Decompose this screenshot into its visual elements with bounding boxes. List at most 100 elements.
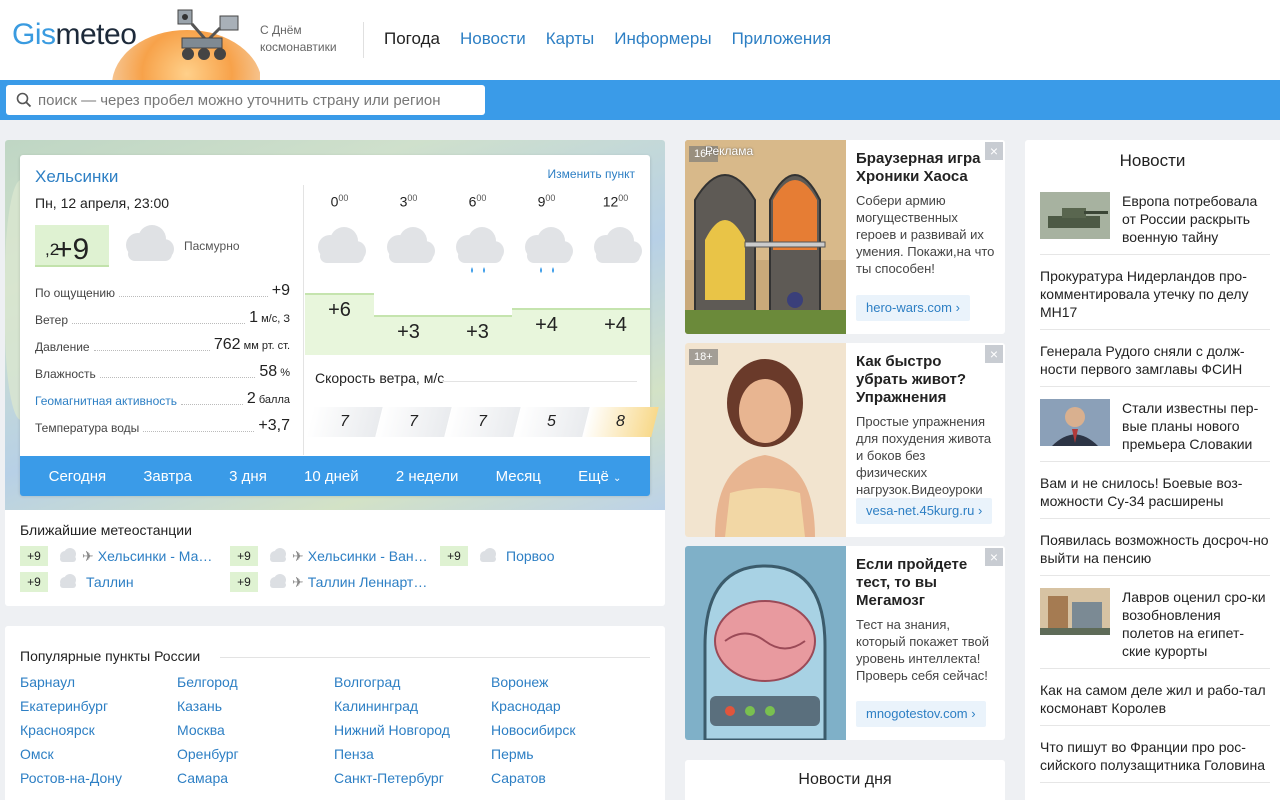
- cloud-icon: [58, 573, 78, 591]
- ad-card-fitness[interactable]: 18+ Как быстро убрать живот? Упражнения …: [685, 343, 1005, 537]
- news-item[interactable]: Генерала Рудого сняли с долж-ности перво…: [1040, 338, 1270, 387]
- nav-item-maps[interactable]: Карты: [546, 29, 594, 49]
- station-name[interactable]: Хельсинки - Ван…: [308, 548, 428, 564]
- popular-city-link[interactable]: Ростов-на-Дону: [20, 770, 177, 786]
- nav-item-weather[interactable]: Погода: [384, 29, 440, 49]
- current-datetime: Пн, 12 апреля, 23:00: [35, 195, 170, 211]
- geomagnetic-link[interactable]: Геомагнитная активность: [35, 394, 181, 408]
- forecast-wind: 7: [444, 407, 521, 437]
- popular-city-link[interactable]: Барнаул: [20, 674, 177, 690]
- ad-link[interactable]: mnogotestov.com ›: [856, 701, 986, 727]
- rover-icon: [177, 9, 239, 60]
- popular-city-link[interactable]: Пермь: [491, 746, 648, 762]
- ad-card-game[interactable]: 16+ Реклама Браузерная игра Хроники Хаос…: [685, 140, 1005, 334]
- popular-city-link[interactable]: Белгород: [177, 674, 334, 690]
- current-temperature: +9,2: [35, 225, 109, 267]
- news-headline: Европа потребовала от России раскрыть во…: [1122, 193, 1258, 245]
- tab-10-days[interactable]: 10 дней: [304, 468, 359, 485]
- forecast-wind: 7: [375, 407, 452, 437]
- forecast-temp: +4: [512, 307, 581, 355]
- popular-city-link[interactable]: Самара: [177, 770, 334, 786]
- city-name[interactable]: Хельсинки: [35, 167, 118, 187]
- cloud-rain-icon: [443, 223, 512, 275]
- ad-card-quiz[interactable]: Если пройдете тест, то вы Мегамозг Тест …: [685, 546, 1005, 740]
- news-item[interactable]: Европа потребовала от России раскрыть во…: [1040, 188, 1270, 255]
- cosmonautics-day-text[interactable]: С Днём космонавтики: [260, 22, 337, 56]
- news-item[interactable]: Вам и не снилось! Боевые воз-можности Су…: [1040, 470, 1270, 519]
- news-of-day-title: Новости дня: [798, 771, 892, 788]
- change-location-link[interactable]: Изменить пункт: [548, 167, 635, 181]
- popular-city-link[interactable]: Воронеж: [491, 674, 648, 690]
- popular-city-link[interactable]: Краснодар: [491, 698, 648, 714]
- station-item[interactable]: +9 Таллин: [20, 572, 134, 592]
- param-wind: Ветер 1 м/с, З: [35, 309, 290, 327]
- station-name[interactable]: Хельсинки - Ма…: [98, 548, 213, 564]
- param-geomagnetic: Геомагнитная активность 2 балла: [35, 390, 290, 408]
- popular-city-link[interactable]: Екатеринбург: [20, 698, 177, 714]
- tab-today[interactable]: Сегодня: [49, 468, 107, 485]
- popular-city-link[interactable]: Оренбург: [177, 746, 334, 762]
- popular-city-link[interactable]: Санкт-Петербург: [334, 770, 491, 786]
- tab-2-weeks[interactable]: 2 недели: [396, 468, 459, 485]
- popular-city-link[interactable]: Омск: [20, 746, 177, 762]
- ad-link[interactable]: hero-wars.com ›: [856, 295, 970, 321]
- popular-city-link[interactable]: Красноярск: [20, 722, 177, 738]
- popular-grid: Барнаул Белгород Волгоград Воронеж Екатеринб…: [20, 674, 660, 786]
- station-item[interactable]: +9 ✈ Хельсинки - Ма…: [20, 546, 212, 566]
- news-list: Европа потребовала от России раскрыть во…: [1040, 188, 1270, 791]
- news-item[interactable]: Как на самом деле жил и рабо-тал космона…: [1040, 677, 1270, 726]
- nav-item-apps[interactable]: Приложения: [732, 29, 831, 49]
- ad-title: Если пройдете тест, то вы Мегамозг: [856, 556, 968, 609]
- search-input[interactable]: [38, 91, 468, 109]
- station-temp: +9: [230, 546, 258, 566]
- popular-city-link[interactable]: Пенза: [334, 746, 491, 762]
- news-item[interactable]: Прокуратура Нидерландов про-комментирова…: [1040, 263, 1270, 330]
- ad-image-game: 16+ Реклама: [685, 140, 846, 334]
- stations-title: Ближайшие метеостанции: [20, 522, 192, 538]
- airplane-icon: ✈: [82, 547, 94, 564]
- tab-month[interactable]: Месяц: [496, 468, 541, 485]
- nav-item-news[interactable]: Новости: [460, 29, 526, 49]
- popular-city-link[interactable]: Саратов: [491, 770, 648, 786]
- news-item[interactable]: Что пишут во Франции про рос-сийского по…: [1040, 734, 1270, 783]
- close-icon[interactable]: ×: [985, 548, 1003, 566]
- ad-link[interactable]: vesa-net.45kurg.ru ›: [856, 498, 993, 524]
- station-item[interactable]: +9 ✈ Хельсинки - Ван…: [230, 546, 428, 566]
- tab-3-days[interactable]: 3 дня: [229, 468, 267, 485]
- nav-item-informers[interactable]: Информеры: [614, 29, 711, 49]
- popular-city-link[interactable]: Нижний Новгород: [334, 722, 491, 738]
- news-sidebar: Новости Европа потребовала от России рас…: [1025, 140, 1280, 800]
- station-name[interactable]: Порвоо: [506, 548, 555, 564]
- news-thumbnail: [1040, 192, 1122, 246]
- close-icon[interactable]: ×: [985, 142, 1003, 160]
- station-name[interactable]: Таллин Леннарт…: [308, 574, 428, 590]
- close-icon[interactable]: ×: [985, 345, 1003, 363]
- news-item[interactable]: Появилась возможность досроч-но выйти на…: [1040, 527, 1270, 576]
- forecast-wind: 8: [582, 407, 659, 437]
- cloud-icon: [478, 547, 498, 565]
- popular-city-link[interactable]: Волгоград: [334, 674, 491, 690]
- cloud-rain-icon: [512, 223, 581, 275]
- popular-city-link[interactable]: Казань: [177, 698, 334, 714]
- tab-more[interactable]: Ещё ⌄: [578, 468, 621, 485]
- forecast-hours: 000 300 600 900 1200: [305, 193, 650, 210]
- news-title: Новости: [1119, 151, 1186, 170]
- wind-speeds: 77758: [306, 407, 659, 437]
- station-item[interactable]: +9 ✈ Таллин Леннарт…: [230, 572, 427, 592]
- cloud-icon: [305, 223, 374, 275]
- popular-city-link[interactable]: Калининград: [334, 698, 491, 714]
- cloud-icon: [268, 573, 288, 591]
- temperature-graph: +6 +3 +3 +4 +4: [305, 293, 650, 355]
- popular-city-link[interactable]: Москва: [177, 722, 334, 738]
- forecast-temp: +4: [581, 307, 650, 355]
- gismeteo-logo[interactable]: Gismeteo: [12, 18, 137, 52]
- param-water-temp: Температура воды +3,7: [35, 417, 290, 435]
- popular-city-link[interactable]: Новосибирск: [491, 722, 648, 738]
- forecast-temp: +3: [374, 315, 443, 355]
- tab-tomorrow[interactable]: Завтра: [143, 468, 192, 485]
- station-item[interactable]: +9 Порвоо: [440, 546, 555, 566]
- news-item[interactable]: Лавров оценил сро-ки возобновления полет…: [1040, 584, 1270, 669]
- station-name[interactable]: Таллин: [86, 574, 134, 590]
- weather-card: Хельсинки Изменить пункт Пн, 12 апреля, …: [20, 155, 659, 495]
- news-item[interactable]: Стали известны пер-вые планы нового прем…: [1040, 395, 1270, 462]
